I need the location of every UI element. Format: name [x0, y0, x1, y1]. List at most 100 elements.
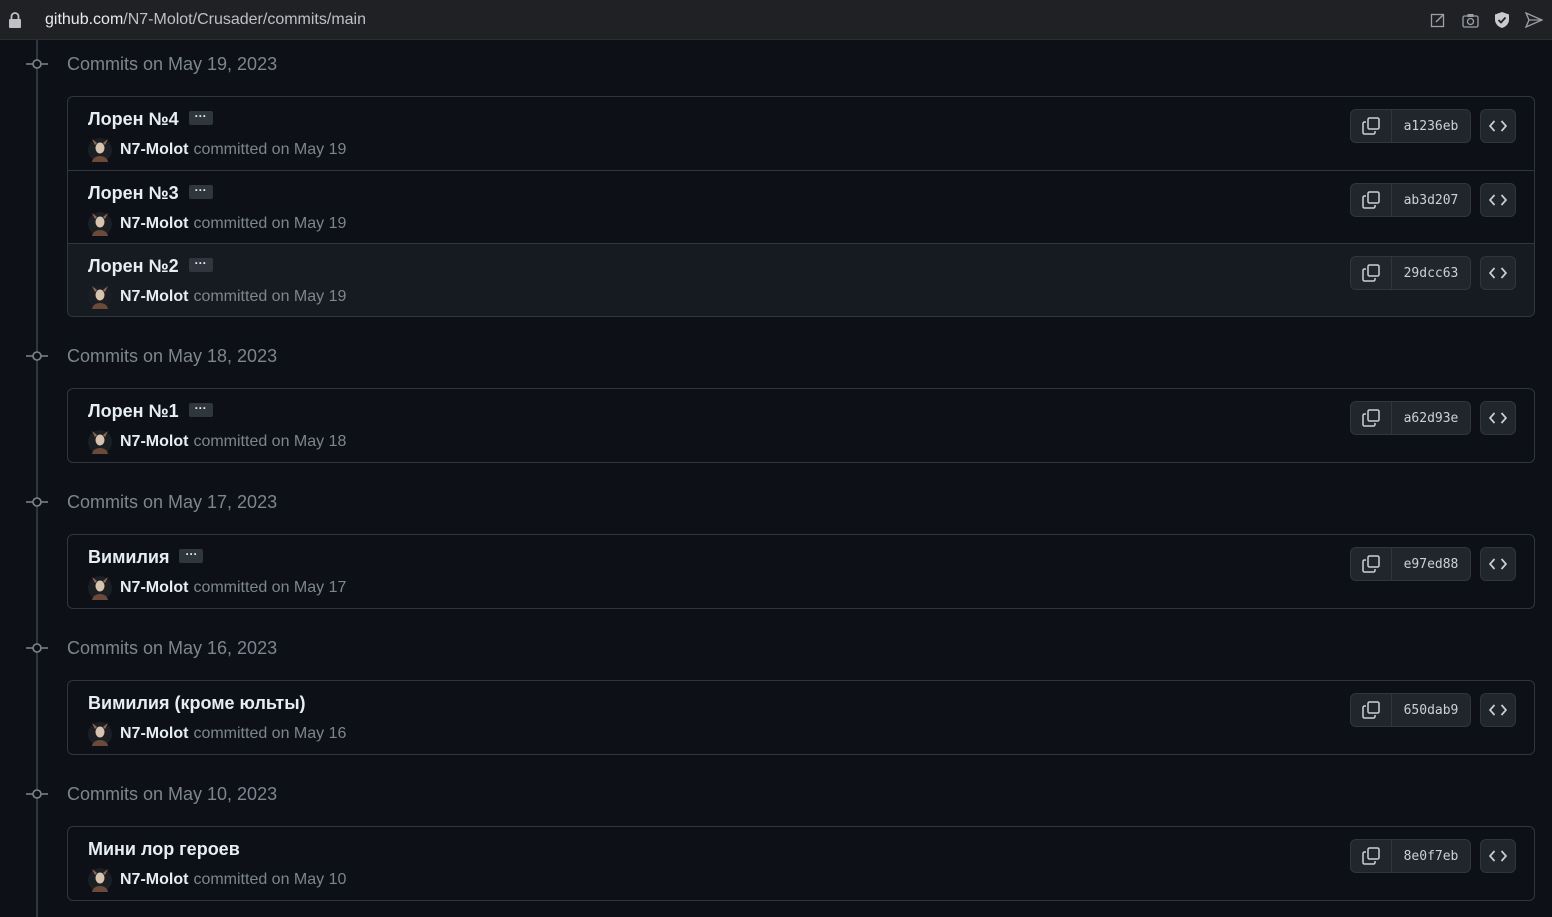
url-host: github.com — [45, 11, 124, 28]
code-icon — [1489, 120, 1507, 132]
commit-row: Мини лор героев N7-Molot committed on Ma… — [68, 827, 1534, 900]
committed-date: committed on May 19 — [193, 215, 347, 232]
author-link[interactable]: N7-Molot — [120, 871, 188, 889]
commit-group-date: Commits on May 10, 2023 — [67, 784, 278, 804]
commit-node-icon — [26, 59, 48, 69]
commit-group-header: Commits on May 10, 2023 — [0, 782, 1552, 806]
commit-group-header: Commits on May 19, 2023 — [0, 52, 1552, 76]
copy-icon — [1362, 409, 1380, 427]
commit-sha-link[interactable]: ab3d207 — [1392, 184, 1470, 216]
commits-timeline: Commits on May 19, 2023 Лорен №4 ··· N7-M… — [0, 40, 1552, 917]
commit-sha-link[interactable]: 650dab9 — [1392, 694, 1470, 726]
expand-message-button[interactable]: ··· — [188, 402, 213, 418]
commit-sha-link[interactable]: 29dcc63 — [1392, 257, 1470, 289]
browse-repository-button[interactable] — [1480, 547, 1516, 581]
commit-sha-link[interactable]: 8e0f7eb — [1392, 840, 1470, 872]
commit-group-date: Commits on May 17, 2023 — [67, 492, 278, 512]
expand-message-button[interactable]: ··· — [188, 184, 213, 200]
commit-row: Вимилия ··· N7-Molot committed on May 17 … — [68, 535, 1534, 608]
commit-node-icon — [26, 643, 48, 653]
author-link[interactable]: N7-Molot — [120, 288, 188, 306]
author-avatar[interactable] — [88, 576, 112, 600]
url-field[interactable]: github.com/N7-Molot/Crusader/commits/mai… — [45, 11, 366, 29]
author-link[interactable]: N7-Molot — [120, 579, 188, 597]
copy-icon — [1362, 117, 1380, 135]
commit-group-list: Лорен №4 ··· N7-Molot committed on May 19… — [67, 96, 1535, 317]
copy-sha-button[interactable] — [1351, 257, 1392, 289]
author-link[interactable]: N7-Molot — [120, 215, 188, 233]
commit-row: Вимилия (кроме юльты) N7-Molot committed… — [68, 681, 1534, 754]
committed-date: committed on May 19 — [193, 141, 347, 158]
copy-icon — [1362, 191, 1380, 209]
code-icon — [1489, 704, 1507, 716]
commit-group-date: Commits on May 18, 2023 — [67, 346, 278, 366]
committed-date: committed on May 18 — [193, 433, 347, 450]
author-avatar[interactable] — [88, 138, 112, 162]
shield-icon[interactable] — [1492, 10, 1512, 30]
copy-sha-button[interactable] — [1351, 184, 1392, 216]
commit-group-date: Commits on May 16, 2023 — [67, 638, 278, 658]
commit-group-header: Commits on May 18, 2023 — [0, 344, 1552, 368]
url-path: /N7-Molot/Crusader/commits/main — [123, 11, 366, 28]
commit-node-icon — [26, 351, 48, 361]
author-link[interactable]: N7-Molot — [120, 433, 188, 451]
author-link[interactable]: N7-Molot — [120, 725, 188, 743]
commit-node-icon — [26, 789, 48, 799]
browser-address-bar: github.com/N7-Molot/Crusader/commits/mai… — [0, 0, 1552, 40]
commit-row: Лорен №3 ··· N7-Molot committed on May 19… — [68, 170, 1534, 243]
browse-repository-button[interactable] — [1480, 183, 1516, 217]
commit-sha-link[interactable]: a62d93e — [1392, 402, 1470, 434]
commit-title-link[interactable]: Лорен №2 — [88, 256, 179, 276]
browse-repository-button[interactable] — [1480, 693, 1516, 727]
author-avatar[interactable] — [88, 430, 112, 454]
commit-title-link[interactable]: Вимилия — [88, 547, 169, 567]
code-icon — [1489, 267, 1507, 279]
expand-message-button[interactable]: ··· — [179, 548, 204, 564]
copy-sha-button[interactable] — [1351, 694, 1392, 726]
commit-sha-link[interactable]: e97ed88 — [1392, 548, 1470, 580]
commit-group-header: Commits on May 16, 2023 — [0, 636, 1552, 660]
commit-title-link[interactable]: Мини лор героев — [88, 839, 240, 859]
screenshot-icon[interactable] — [1460, 10, 1480, 30]
lock-icon — [9, 12, 21, 28]
author-link[interactable]: N7-Molot — [120, 141, 188, 159]
copy-icon — [1362, 701, 1380, 719]
author-avatar[interactable] — [88, 722, 112, 746]
browse-repository-button[interactable] — [1480, 401, 1516, 435]
send-icon[interactable] — [1524, 10, 1544, 30]
commit-title-link[interactable]: Лорен №4 — [88, 109, 179, 129]
committed-date: committed on May 19 — [193, 288, 347, 305]
commit-group-header: Commits on May 17, 2023 — [0, 490, 1552, 514]
copy-sha-button[interactable] — [1351, 548, 1392, 580]
browse-repository-button[interactable] — [1480, 109, 1516, 143]
commit-title-link[interactable]: Лорен №1 — [88, 401, 179, 421]
commit-sha-link[interactable]: a1236eb — [1392, 110, 1470, 142]
code-icon — [1489, 194, 1507, 206]
commit-row: Лорен №1 ··· N7-Molot committed on May 18… — [68, 389, 1534, 462]
copy-sha-button[interactable] — [1351, 402, 1392, 434]
author-avatar[interactable] — [88, 212, 112, 236]
expand-message-button[interactable]: ··· — [188, 110, 213, 126]
author-avatar[interactable] — [88, 285, 112, 309]
expand-message-button[interactable]: ··· — [188, 257, 213, 273]
copy-sha-button[interactable] — [1351, 840, 1392, 872]
copy-sha-button[interactable] — [1351, 110, 1392, 142]
copy-icon — [1362, 555, 1380, 573]
commit-group-date: Commits on May 19, 2023 — [67, 54, 278, 74]
edit-page-icon[interactable] — [1428, 10, 1448, 30]
commit-row: Лорен №4 ··· N7-Molot committed on May 19… — [68, 97, 1534, 170]
committed-date: committed on May 10 — [193, 871, 347, 888]
author-avatar[interactable] — [88, 868, 112, 892]
copy-icon — [1362, 264, 1380, 282]
committed-date: committed on May 16 — [193, 725, 347, 742]
copy-icon — [1362, 847, 1380, 865]
commit-title-link[interactable]: Вимилия (кроме юльты) — [88, 693, 306, 713]
code-icon — [1489, 412, 1507, 424]
commit-group-list: Вимилия ··· N7-Molot committed on May 17 … — [67, 534, 1535, 609]
browse-repository-button[interactable] — [1480, 256, 1516, 290]
code-icon — [1489, 558, 1507, 570]
commit-group-list: Лорен №1 ··· N7-Molot committed on May 18… — [67, 388, 1535, 463]
browse-repository-button[interactable] — [1480, 839, 1516, 873]
commit-title-link[interactable]: Лорен №3 — [88, 183, 179, 203]
commit-group-list: Вимилия (кроме юльты) N7-Molot committed… — [67, 680, 1535, 755]
